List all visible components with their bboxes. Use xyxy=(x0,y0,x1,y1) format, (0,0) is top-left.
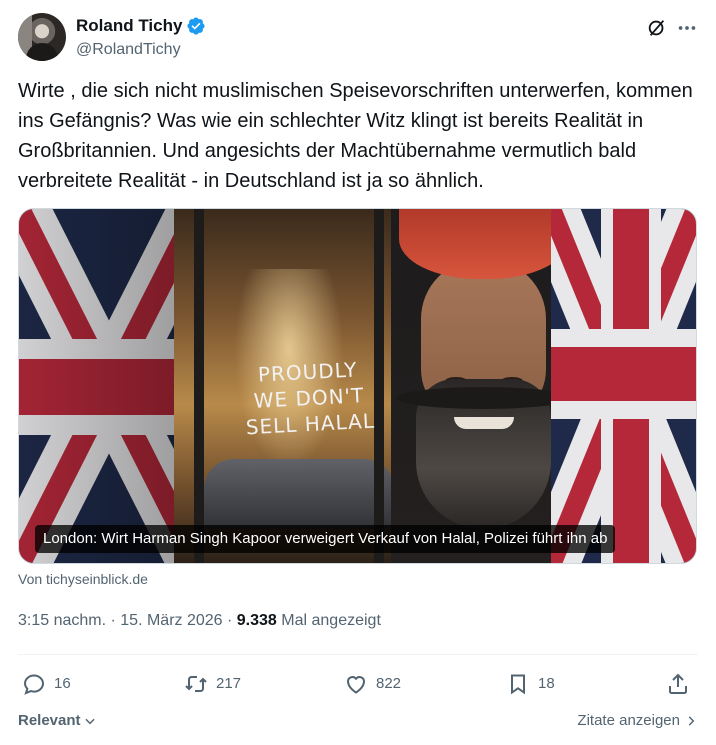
name-row: Roland Tichy xyxy=(76,16,206,36)
tweet-meta: 3:15 nachm. · 15. März 2026 · 9.338 Mal … xyxy=(18,611,381,631)
bookmark-button[interactable]: 18 xyxy=(506,672,555,696)
avatar-shoulders xyxy=(26,43,58,61)
restaurant-door-image: PROUDLY WE DON'T SELL HALAL xyxy=(174,209,399,563)
tweet-time[interactable]: 3:15 nachm. xyxy=(18,612,106,629)
share-button[interactable] xyxy=(666,672,698,696)
reply-count: 16 xyxy=(54,675,71,692)
share-icon xyxy=(669,673,687,694)
author-handle[interactable]: @RolandTichy xyxy=(76,40,181,60)
reply-button[interactable]: 16 xyxy=(22,672,71,696)
tweet-header: Roland Tichy @RolandTichy xyxy=(18,13,698,63)
sort-replies-dropdown[interactable]: Relevant xyxy=(18,711,97,731)
tweet-media-card[interactable]: PROUDLY WE DON'T SELL HALAL London: Wirt… xyxy=(18,208,697,564)
window-graffiti: PROUDLY WE DON'T SELL HALAL xyxy=(232,355,386,441)
repost-button[interactable]: 217 xyxy=(184,672,241,696)
view-quotes-link[interactable]: Zitate anzeigen xyxy=(577,711,698,731)
repost-icon xyxy=(185,676,207,692)
heart-icon xyxy=(346,676,366,694)
reply-icon xyxy=(23,674,45,695)
media-caption: London: Wirt Harman Singh Kapoor verweig… xyxy=(35,525,616,553)
author-display-name[interactable]: Roland Tichy xyxy=(76,16,182,36)
turban xyxy=(399,209,569,279)
link-source[interactable]: Von tichyseinblick.de xyxy=(18,570,148,588)
action-bar: 16 217 822 18 xyxy=(18,664,698,704)
tweet-date[interactable]: 15. März 2026 xyxy=(120,612,222,629)
grok-icon[interactable] xyxy=(646,17,668,39)
chevron-right-icon xyxy=(688,716,695,726)
like-button[interactable]: 822 xyxy=(344,672,401,696)
replies-footer: Relevant Zitate anzeigen xyxy=(18,711,698,733)
views-label: Mal angezeigt xyxy=(276,612,381,629)
tweet-text: Wirte , die sich nicht muslimischen Spei… xyxy=(18,80,693,192)
union-jack-right-image xyxy=(551,209,696,563)
avatar[interactable] xyxy=(18,13,66,61)
moustache xyxy=(396,387,571,409)
divider-top xyxy=(18,654,698,655)
like-count: 822 xyxy=(376,675,402,692)
union-jack-left-image xyxy=(19,209,199,563)
meta-separator-2: · xyxy=(222,612,237,629)
bookmark-icon xyxy=(511,674,525,695)
sort-label: Relevant xyxy=(18,712,81,729)
verified-badge-icon xyxy=(187,17,205,35)
views-count: 9.338 xyxy=(236,612,277,629)
bookmark-count: 18 xyxy=(538,675,555,692)
smile xyxy=(454,417,514,429)
more-options-icon[interactable] xyxy=(676,17,698,39)
chevron-down-icon xyxy=(84,718,95,725)
meta-separator: · xyxy=(106,612,121,629)
repost-count: 217 xyxy=(216,675,242,692)
man-portrait-image xyxy=(391,209,576,563)
quotes-label: Zitate anzeigen xyxy=(577,712,680,729)
